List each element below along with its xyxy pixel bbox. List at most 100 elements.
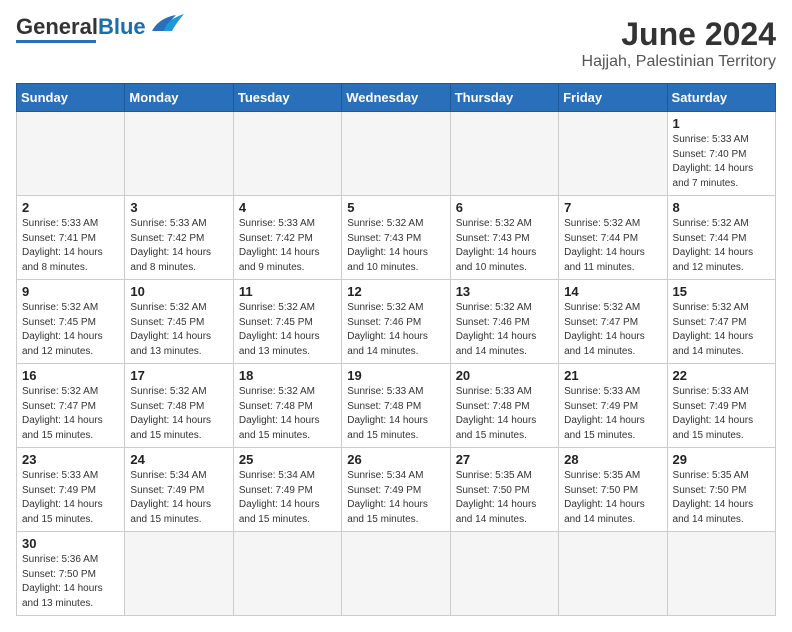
day-info: Sunrise: 5:33 AM Sunset: 7:49 PM Dayligh… — [22, 469, 119, 527]
table-row: 23 Sunrise: 5:33 AM Sunset: 7:49 PM Dayli… — [17, 448, 125, 532]
page-header: GeneralBlue June 2024 Hajjah, Palestinia… — [16, 16, 776, 71]
day-number: 15 — [673, 284, 770, 299]
table-row: 13 Sunrise: 5:32 AM Sunset: 7:46 PM Dayli… — [450, 280, 558, 364]
table-row: 9Sunrise: 5:32 AM Sunset: 7:45 PM Daylig… — [17, 280, 125, 364]
table-row: 24Sunrise: 5:34 AM Sunset: 7:49 PM Dayli… — [125, 448, 233, 532]
table-row — [342, 532, 450, 616]
day-number: 26 — [347, 452, 444, 467]
day-number: 13 — [456, 284, 553, 299]
day-info: Sunrise: 5:33 AM Sunset: 7:49 PM Dayligh… — [673, 385, 770, 443]
header-thursday: Thursday — [450, 84, 558, 112]
day-info: Sunrise: 5:35 AM Sunset: 7:50 PM Dayligh… — [673, 469, 770, 527]
table-row: 28 Sunrise: 5:35 AM Sunset: 7:50 PM Dayli… — [559, 448, 667, 532]
day-number: 23 — [22, 452, 119, 467]
day-info: Sunrise: 5:35 AM Sunset: 7:50 PM Dayligh… — [456, 469, 553, 527]
table-row: 29 Sunrise: 5:35 AM Sunset: 7:50 PM Dayli… — [667, 448, 775, 532]
day-info: Sunrise: 5:33 AM Sunset: 7:40 PM Dayligh… — [673, 133, 770, 191]
table-row — [17, 112, 125, 196]
day-info: Sunrise: 5:32 AM Sunset: 7:48 PM Dayligh… — [239, 385, 336, 443]
day-info: Sunrise: 5:33 AM Sunset: 7:41 PM Dayligh… — [22, 217, 119, 275]
table-row: 16Sunrise: 5:32 AM Sunset: 7:47 PM Dayli… — [17, 364, 125, 448]
table-row: 20 Sunrise: 5:33 AM Sunset: 7:48 PM Dayli… — [450, 364, 558, 448]
day-info: Sunrise: 5:33 AM Sunset: 7:48 PM Dayligh… — [347, 385, 444, 443]
header-saturday: Saturday — [667, 84, 775, 112]
table-row — [342, 112, 450, 196]
day-number: 27 — [456, 452, 553, 467]
day-info: Sunrise: 5:33 AM Sunset: 7:48 PM Dayligh… — [456, 385, 553, 443]
calendar-row: 23 Sunrise: 5:33 AM Sunset: 7:49 PM Dayli… — [17, 448, 776, 532]
day-number: 22 — [673, 368, 770, 383]
table-row: 18 Sunrise: 5:32 AM Sunset: 7:48 PM Dayli… — [233, 364, 341, 448]
table-row: 5 Sunrise: 5:32 AM Sunset: 7:43 PM Daylig… — [342, 196, 450, 280]
header-tuesday: Tuesday — [233, 84, 341, 112]
table-row — [667, 532, 775, 616]
table-row: 10Sunrise: 5:32 AM Sunset: 7:45 PM Dayli… — [125, 280, 233, 364]
day-info: Sunrise: 5:34 AM Sunset: 7:49 PM Dayligh… — [347, 469, 444, 527]
day-info: Sunrise: 5:32 AM Sunset: 7:47 PM Dayligh… — [673, 301, 770, 359]
day-number: 5 — [347, 200, 444, 215]
calendar-row: 9Sunrise: 5:32 AM Sunset: 7:45 PM Daylig… — [17, 280, 776, 364]
day-number: 12 — [347, 284, 444, 299]
table-row: 1 Sunrise: 5:33 AM Sunset: 7:40 PM Daylig… — [667, 112, 775, 196]
table-row: 2 Sunrise: 5:33 AM Sunset: 7:41 PM Daylig… — [17, 196, 125, 280]
table-row: 15 Sunrise: 5:32 AM Sunset: 7:47 PM Dayli… — [667, 280, 775, 364]
day-number: 7 — [564, 200, 661, 215]
day-number: 18 — [239, 368, 336, 383]
table-row — [450, 112, 558, 196]
month-title: June 2024 — [582, 16, 776, 53]
day-info: Sunrise: 5:32 AM Sunset: 7:44 PM Dayligh… — [564, 217, 661, 275]
day-info: Sunrise: 5:36 AM Sunset: 7:50 PM Dayligh… — [22, 553, 119, 611]
day-info: Sunrise: 5:32 AM Sunset: 7:43 PM Dayligh… — [347, 217, 444, 275]
day-number: 3 — [130, 200, 227, 215]
day-number: 10 — [130, 284, 227, 299]
table-row: 14Sunrise: 5:32 AM Sunset: 7:47 PM Dayli… — [559, 280, 667, 364]
table-row — [450, 532, 558, 616]
day-info: Sunrise: 5:34 AM Sunset: 7:49 PM Dayligh… — [239, 469, 336, 527]
day-info: Sunrise: 5:35 AM Sunset: 7:50 PM Dayligh… — [564, 469, 661, 527]
calendar-row: 30Sunrise: 5:36 AM Sunset: 7:50 PM Dayli… — [17, 532, 776, 616]
day-info: Sunrise: 5:32 AM Sunset: 7:43 PM Dayligh… — [456, 217, 553, 275]
calendar-table: Sunday Monday Tuesday Wednesday Thursday… — [16, 83, 776, 616]
day-number: 21 — [564, 368, 661, 383]
day-number: 14 — [564, 284, 661, 299]
day-number: 20 — [456, 368, 553, 383]
table-row: 25 Sunrise: 5:34 AM Sunset: 7:49 PM Dayli… — [233, 448, 341, 532]
day-number: 6 — [456, 200, 553, 215]
table-row: 22 Sunrise: 5:33 AM Sunset: 7:49 PM Dayli… — [667, 364, 775, 448]
table-row: 8Sunrise: 5:32 AM Sunset: 7:44 PM Daylig… — [667, 196, 775, 280]
table-row — [125, 532, 233, 616]
day-number: 19 — [347, 368, 444, 383]
table-row: 26 Sunrise: 5:34 AM Sunset: 7:49 PM Dayli… — [342, 448, 450, 532]
logo-bird-icon — [148, 13, 184, 35]
header-monday: Monday — [125, 84, 233, 112]
table-row: 11Sunrise: 5:32 AM Sunset: 7:45 PM Dayli… — [233, 280, 341, 364]
calendar-row: 1 Sunrise: 5:33 AM Sunset: 7:40 PM Daylig… — [17, 112, 776, 196]
day-number: 2 — [22, 200, 119, 215]
day-number: 29 — [673, 452, 770, 467]
day-number: 28 — [564, 452, 661, 467]
day-info: Sunrise: 5:32 AM Sunset: 7:48 PM Dayligh… — [130, 385, 227, 443]
header-wednesday: Wednesday — [342, 84, 450, 112]
day-number: 25 — [239, 452, 336, 467]
table-row: 17Sunrise: 5:32 AM Sunset: 7:48 PM Dayli… — [125, 364, 233, 448]
day-number: 4 — [239, 200, 336, 215]
table-row — [125, 112, 233, 196]
table-row: 30Sunrise: 5:36 AM Sunset: 7:50 PM Dayli… — [17, 532, 125, 616]
table-row: 3Sunrise: 5:33 AM Sunset: 7:42 PM Daylig… — [125, 196, 233, 280]
day-info: Sunrise: 5:32 AM Sunset: 7:45 PM Dayligh… — [239, 301, 336, 359]
header-sunday: Sunday — [17, 84, 125, 112]
header-friday: Friday — [559, 84, 667, 112]
day-number: 1 — [673, 116, 770, 131]
table-row: 6 Sunrise: 5:32 AM Sunset: 7:43 PM Daylig… — [450, 196, 558, 280]
day-number: 24 — [130, 452, 227, 467]
weekday-header-row: Sunday Monday Tuesday Wednesday Thursday… — [17, 84, 776, 112]
day-info: Sunrise: 5:32 AM Sunset: 7:46 PM Dayligh… — [347, 301, 444, 359]
day-info: Sunrise: 5:33 AM Sunset: 7:49 PM Dayligh… — [564, 385, 661, 443]
logo: GeneralBlue — [16, 16, 184, 43]
day-number: 16 — [22, 368, 119, 383]
table-row: 27 Sunrise: 5:35 AM Sunset: 7:50 PM Dayli… — [450, 448, 558, 532]
table-row: 19 Sunrise: 5:33 AM Sunset: 7:48 PM Dayli… — [342, 364, 450, 448]
day-info: Sunrise: 5:32 AM Sunset: 7:46 PM Dayligh… — [456, 301, 553, 359]
table-row — [233, 112, 341, 196]
day-number: 8 — [673, 200, 770, 215]
